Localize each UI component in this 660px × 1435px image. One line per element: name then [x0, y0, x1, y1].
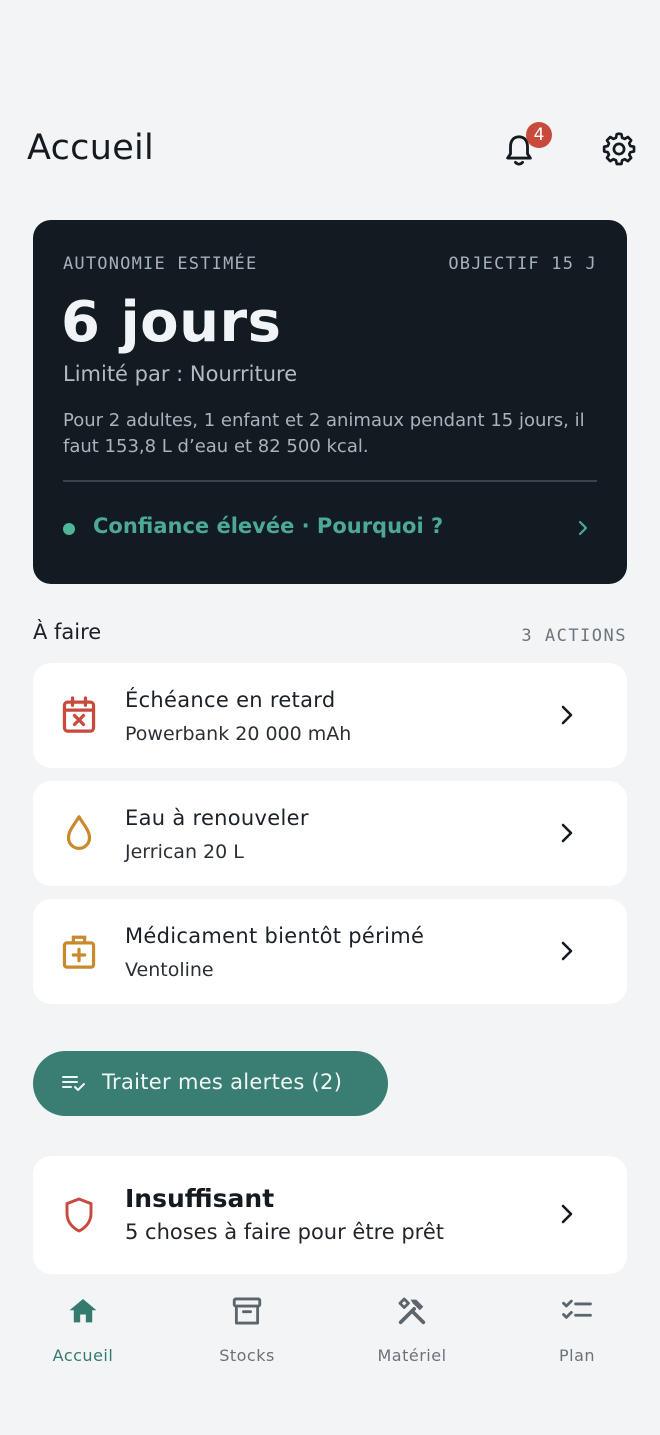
task-medicine[interactable]: Médicament bientôt périmé Ventoline [33, 899, 627, 1004]
page-title: Accueil [27, 128, 155, 168]
autonomy-card[interactable]: AUTONOMIE ESTIMÉE OBJECTIF 15 J 6 jours … [33, 220, 627, 584]
task-subtitle: Ventoline [125, 959, 214, 981]
process-alerts-label: Traiter mes alertes (2) [102, 1070, 343, 1094]
autonomy-description: Pour 2 adultes, 1 enfant et 2 animaux pe… [63, 410, 585, 457]
readiness-title: Insuffisant [125, 1184, 275, 1213]
todo-count: 3 ACTIONS [521, 626, 627, 646]
notifications-button[interactable]: 4 [502, 122, 552, 174]
chevron-right-icon [561, 941, 573, 961]
tab-label: Plan [558, 1346, 596, 1365]
gear-icon [602, 132, 636, 166]
settings-button[interactable] [598, 128, 640, 170]
todo-section-title: À faire [33, 620, 102, 644]
medical-kit-icon [62, 935, 96, 969]
home-icon [69, 1298, 97, 1323]
readiness-subtitle: 5 choses à faire pour être prêt [125, 1220, 444, 1244]
task-overdue[interactable]: Échéance en retard Powerbank 20 000 mAh [33, 663, 627, 768]
task-title: Échéance en retard [125, 688, 336, 712]
confidence-label: Confiance élevée · Pourquoi ? [93, 514, 444, 538]
tab-accueil[interactable]: Accueil [18, 1294, 148, 1374]
autonomy-kicker: AUTONOMIE ESTIMÉE [63, 254, 258, 274]
chevron-right-icon [561, 1204, 573, 1224]
task-water[interactable]: Eau à renouveler Jerrican 20 L [33, 781, 627, 886]
task-title: Eau à renouveler [125, 806, 309, 830]
tab-label: Matériel [377, 1346, 447, 1365]
tab-stocks[interactable]: Stocks [182, 1294, 312, 1374]
task-subtitle: Jerrican 20 L [125, 841, 244, 863]
confidence-link[interactable]: Confiance élevée · Pourquoi ? [63, 510, 597, 546]
water-drop-icon [66, 815, 92, 850]
chevron-right-icon [561, 705, 573, 725]
shield-icon [65, 1197, 93, 1233]
chevron-right-icon [578, 520, 588, 536]
divider [63, 480, 597, 482]
autonomy-goal: OBJECTIF 15 J [448, 254, 597, 274]
tools-icon [398, 1297, 426, 1325]
checklist-icon [562, 1299, 592, 1319]
autonomy-value: 6 jours [61, 290, 282, 355]
tab-label: Stocks [219, 1346, 275, 1365]
task-subtitle: Powerbank 20 000 mAh [125, 723, 352, 745]
archive-box-icon [232, 1297, 262, 1325]
task-title: Médicament bientôt périmé [125, 924, 425, 948]
header: Accueil 4 [27, 120, 640, 180]
tab-materiel[interactable]: Matériel [347, 1294, 477, 1374]
notification-badge: 4 [526, 122, 552, 148]
tab-label: Accueil [52, 1346, 114, 1365]
chevron-right-icon [561, 823, 573, 843]
checklist-icon [62, 1076, 85, 1091]
tab-plan[interactable]: Plan [512, 1294, 642, 1374]
confidence-dot [63, 523, 75, 535]
readiness-card[interactable]: Insuffisant 5 choses à faire pour être p… [33, 1156, 627, 1274]
autonomy-limit: Limité par : Nourriture [63, 362, 298, 386]
bottom-tab-bar: Accueil Stocks Matériel Plan [0, 1280, 660, 1435]
calendar-x-icon [62, 696, 96, 733]
process-alerts-button[interactable]: Traiter mes alertes (2) [33, 1051, 388, 1116]
